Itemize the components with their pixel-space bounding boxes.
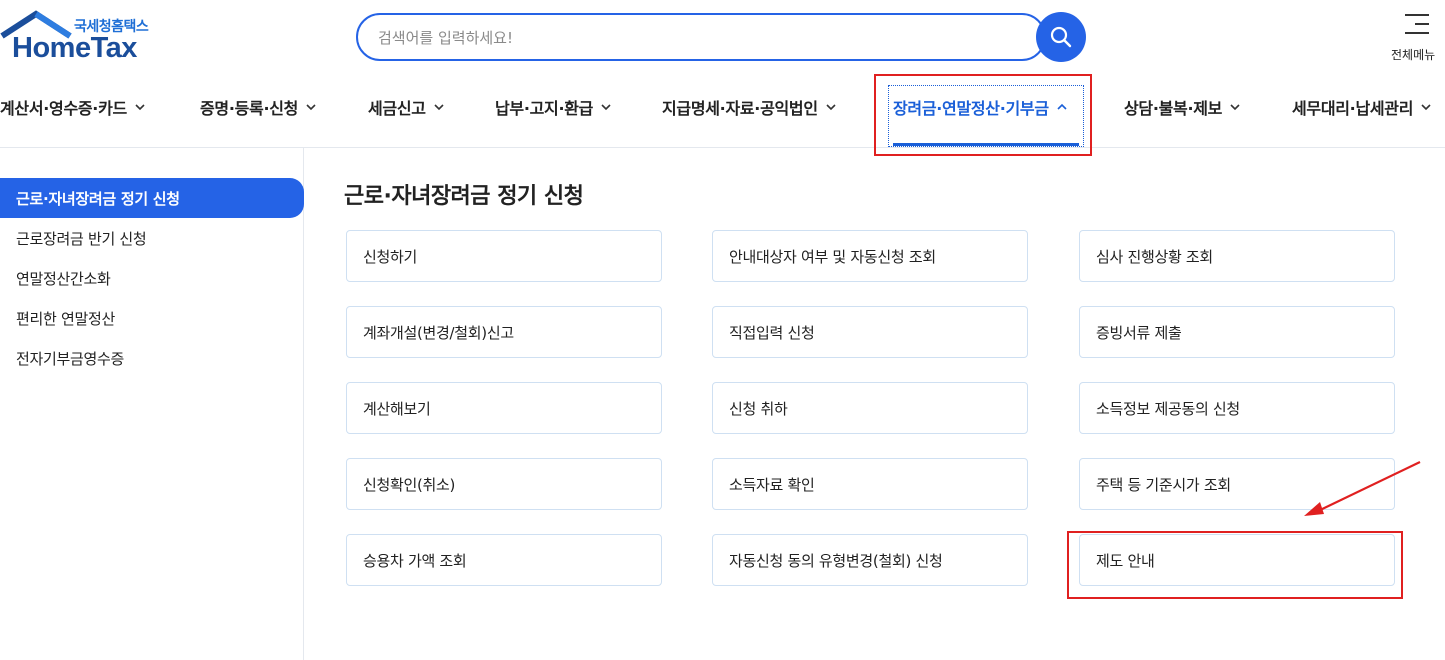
annotation-arrow-icon [1304, 461, 1421, 516]
chevron-down-icon [1421, 104, 1431, 111]
nav-item-certificate[interactable]: 증명·등록·신청 [200, 94, 316, 120]
card-car-value[interactable]: 승용차 가액 조회 [346, 534, 662, 586]
nav-item-label: 상담·불복·제보 [1124, 99, 1223, 118]
nav-item-payment[interactable]: 납부·고지·환급 [495, 94, 611, 120]
chevron-down-icon [135, 104, 145, 111]
search-button[interactable] [1036, 12, 1086, 62]
all-menu-button[interactable]: 전체메뉴 [1388, 12, 1442, 64]
nav-item-label: 증명·등록·신청 [200, 99, 299, 118]
nav-item-label: 세금신고 [368, 99, 426, 118]
nav-item-statement[interactable]: 지급명세·자료·공익법인 [662, 94, 836, 120]
sidebar-item-label: 연말정산간소화 [16, 269, 111, 288]
card-direct-input[interactable]: 직접입력 신청 [712, 306, 1028, 358]
sidebar-item-label: 근로·자녀장려금 정기 신청 [16, 189, 180, 208]
search-box [356, 13, 1046, 61]
chevron-down-icon [306, 104, 316, 111]
sidebar-item-label: 편리한 연말정산 [16, 309, 115, 328]
card-income-data[interactable]: 소득자료 확인 [712, 458, 1028, 510]
all-menu-label: 전체메뉴 [1391, 48, 1436, 62]
sidebar-item-label: 근로장려금 반기 신청 [16, 229, 147, 248]
hometax-logo[interactable]: 국세청홈택스 HomeTax [0, 10, 160, 65]
nav-item-tax-report[interactable]: 세금신고 [368, 94, 444, 120]
card-withdraw[interactable]: 신청 취하 [712, 382, 1028, 434]
sidebar-item-regular-application[interactable]: 근로·자녀장려금 정기 신청 [0, 178, 304, 218]
annotation-highlight-box [1067, 531, 1403, 599]
chevron-down-icon [826, 104, 836, 111]
card-income-consent[interactable]: 소득정보 제공동의 신청 [1079, 382, 1395, 434]
card-apply[interactable]: 신청하기 [346, 230, 662, 282]
card-review-status[interactable]: 심사 진행상황 조회 [1079, 230, 1395, 282]
sidebar: 근로·자녀장려금 정기 신청 근로장려금 반기 신청 연말정산간소화 편리한 연… [0, 148, 304, 660]
sidebar-item-donation-receipt[interactable]: 전자기부금영수증 [0, 338, 304, 378]
chevron-down-icon [434, 104, 444, 111]
nav-item-label: 납부·고지·환급 [495, 99, 594, 118]
nav-item-consult[interactable]: 상담·불복·제보 [1124, 94, 1240, 120]
chevron-down-icon [601, 104, 611, 111]
card-account-report[interactable]: 계좌개설(변경/철회)신고 [346, 306, 662, 358]
card-auto-apply-change[interactable]: 자동신청 동의 유형변경(철회) 신청 [712, 534, 1028, 586]
main-nav: 계산서·영수증·카드 증명·등록·신청 세금신고 납부·고지·환급 지급명세·자… [0, 82, 1445, 148]
nav-item-label: 계산서·영수증·카드 [0, 99, 127, 118]
card-notice-target-check[interactable]: 안내대상자 여부 및 자동신청 조회 [712, 230, 1028, 282]
sidebar-item-half-year[interactable]: 근로장려금 반기 신청 [0, 218, 304, 258]
chevron-down-icon [1230, 104, 1240, 111]
nav-item-agent[interactable]: 세무대리·납세관리 [1292, 94, 1431, 120]
page-title: 근로·자녀장려금 정기 신청 [344, 184, 584, 209]
card-submit-documents[interactable]: 증빙서류 제출 [1079, 306, 1395, 358]
search-icon [1050, 26, 1072, 48]
sidebar-item-year-end-simple[interactable]: 연말정산간소화 [0, 258, 304, 298]
card-calculate[interactable]: 계산해보기 [346, 382, 662, 434]
logo-title: HomeTax [12, 32, 137, 64]
search-input[interactable] [378, 25, 1018, 51]
sidebar-item-easy-year-end[interactable]: 편리한 연말정산 [0, 298, 304, 338]
annotation-highlight-box [874, 74, 1092, 156]
hamburger-icon [1405, 14, 1429, 41]
header: 국세청홈택스 HomeTax 전체메뉴 [0, 0, 1445, 80]
nav-item-invoice[interactable]: 계산서·영수증·카드 [0, 94, 145, 120]
nav-item-label: 세무대리·납세관리 [1292, 99, 1414, 118]
card-confirm-cancel[interactable]: 신청확인(취소) [346, 458, 662, 510]
sidebar-item-label: 전자기부금영수증 [16, 349, 125, 368]
nav-item-label: 지급명세·자료·공익법인 [662, 99, 818, 118]
